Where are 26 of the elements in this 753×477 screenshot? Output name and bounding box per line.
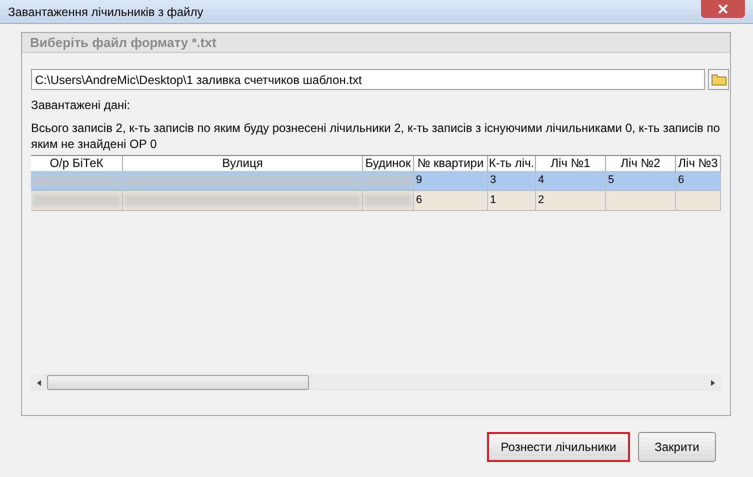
table-cell: 4	[538, 174, 544, 186]
table-cell: 1	[490, 194, 496, 206]
table-cell: 2	[538, 194, 544, 206]
scrollbar-thumb[interactable]	[47, 375, 309, 390]
blurred-cell	[364, 174, 412, 187]
table-cell: 9	[416, 174, 422, 186]
folder-icon	[710, 73, 726, 86]
table-cell: 5	[608, 174, 614, 186]
window-title: Завантаження лічильників з файлу	[8, 4, 204, 20]
file-path-field[interactable]: C:\Users\AndreMic\Desktop\1 заливка счетчиков шаблон.txt	[31, 69, 705, 90]
group-title: Виберіть файл формату *.txt	[30, 34, 216, 52]
table-row[interactable]: 9 3 4 5 6	[31, 171, 721, 191]
arrow-right-icon	[711, 380, 715, 386]
table-cell: 6	[416, 194, 422, 206]
table-cell: 3	[490, 174, 496, 186]
close-button[interactable]	[701, 0, 745, 18]
arrow-left-icon	[37, 380, 41, 386]
loaded-label: Завантажені дані:	[31, 97, 132, 114]
table-cell: 6	[678, 174, 684, 186]
close-icon	[718, 4, 728, 14]
summary-text: Всього записів 2, к-ть записів по яким буду рознесені лічильники 2, к-ть записів з існуючими лічильниками 0, к-ть записів по яким не знайдені ОР 0	[31, 120, 721, 152]
dialog-button[interactable]: Закрити	[638, 432, 716, 462]
dialog-button[interactable]: Рознести лічильники	[487, 432, 630, 462]
table-row[interactable]: 6 1 2	[31, 191, 721, 211]
browse-button[interactable]	[708, 69, 729, 90]
blurred-cell	[364, 194, 412, 207]
